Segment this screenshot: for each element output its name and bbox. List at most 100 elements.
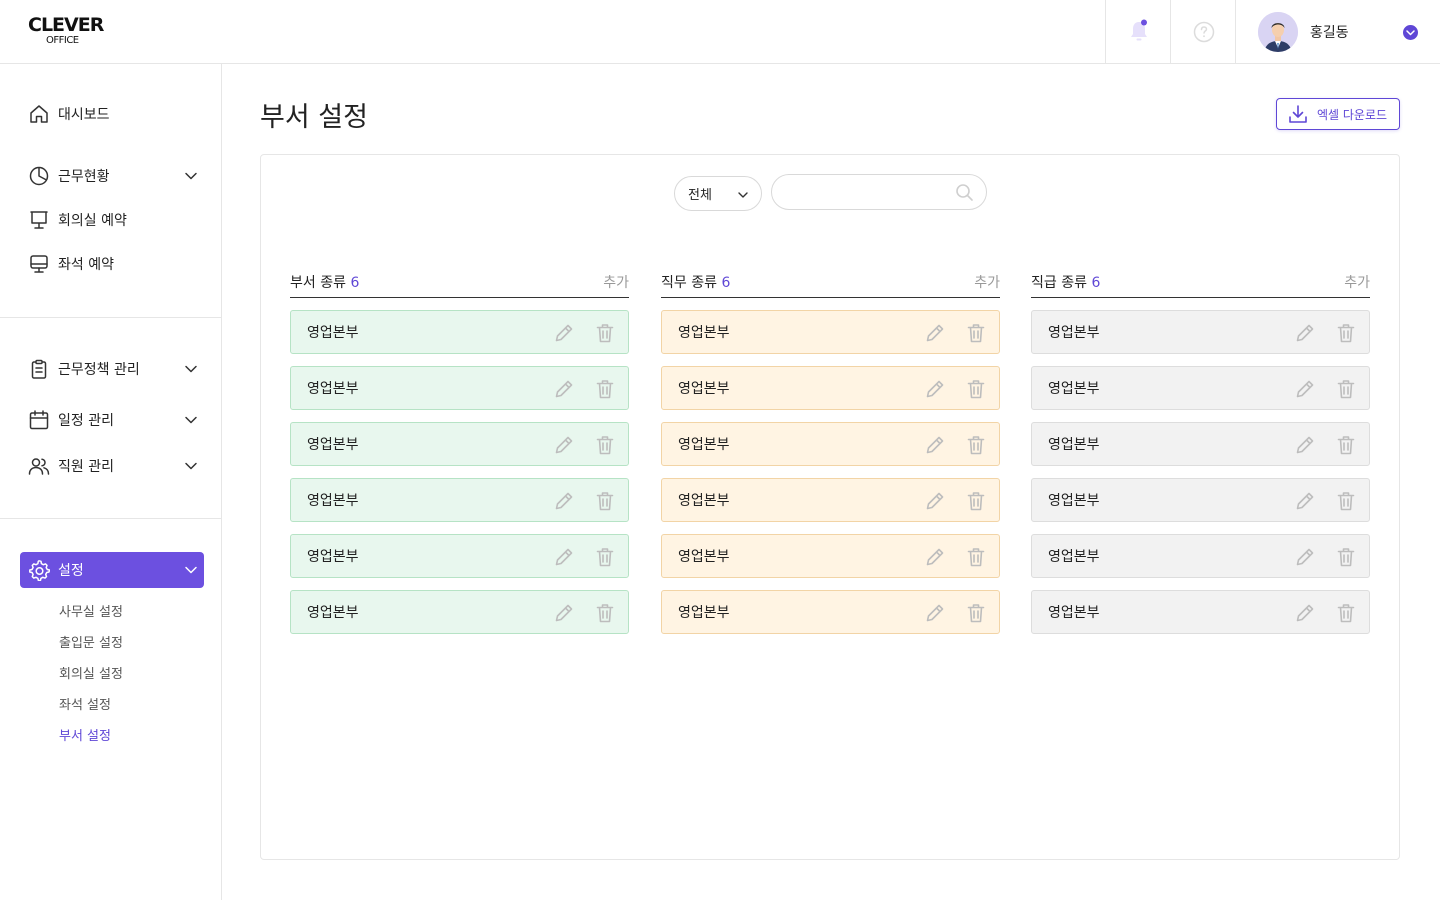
edit-icon[interactable]	[924, 602, 946, 624]
trash-icon[interactable]	[1335, 490, 1357, 512]
submenu-office-settings[interactable]: 사무실 설정	[59, 601, 123, 620]
sidebar-item-label: 근무정책 관리	[58, 362, 140, 378]
page-title: 부서 설정	[260, 102, 368, 133]
edit-icon[interactable]	[1294, 490, 1316, 512]
list-item-name: 영업본부	[1048, 493, 1100, 509]
chevron-down-icon	[738, 192, 748, 198]
edit-icon[interactable]	[924, 434, 946, 456]
user-dropdown-toggle[interactable]	[1403, 25, 1418, 40]
trash-icon[interactable]	[594, 378, 616, 400]
sidebar-item-dashboard[interactable]: 대시보드	[20, 96, 204, 132]
edit-icon[interactable]	[553, 434, 575, 456]
edit-icon[interactable]	[553, 546, 575, 568]
search-input[interactable]	[786, 183, 946, 203]
filter-select[interactable]: 전체	[674, 176, 762, 211]
users-icon	[28, 455, 50, 477]
job-type-column: 직무 종류 6 추가 영업본부 영업본부 영업본부 영업본부 영업본부 영업본부	[661, 270, 1000, 634]
column-title-text: 직급 종류	[1031, 275, 1087, 291]
add-button[interactable]: 추가	[603, 272, 629, 292]
edit-icon[interactable]	[553, 378, 575, 400]
column-header: 직급 종류 6 추가	[1031, 270, 1370, 298]
edit-icon[interactable]	[924, 546, 946, 568]
trash-icon[interactable]	[1335, 378, 1357, 400]
list-item: 영업본부	[290, 366, 629, 410]
help-button[interactable]	[1170, 0, 1236, 63]
list-item: 영업본부	[1031, 366, 1370, 410]
list-item-name: 영업본부	[1048, 437, 1100, 453]
trash-icon[interactable]	[1335, 322, 1357, 344]
edit-icon[interactable]	[1294, 602, 1316, 624]
edit-icon[interactable]	[924, 490, 946, 512]
search-icon[interactable]	[955, 183, 974, 202]
edit-icon[interactable]	[553, 490, 575, 512]
list-item: 영업본부	[290, 478, 629, 522]
edit-icon[interactable]	[1294, 434, 1316, 456]
trash-icon[interactable]	[594, 602, 616, 624]
edit-icon[interactable]	[1294, 378, 1316, 400]
logo-top-text: CLEVER	[28, 14, 104, 36]
trash-icon[interactable]	[965, 602, 987, 624]
trash-icon[interactable]	[965, 490, 987, 512]
edit-icon[interactable]	[924, 378, 946, 400]
user-menu[interactable]: 홍길동	[1235, 0, 1440, 63]
avatar	[1258, 11, 1298, 52]
sidebar-item-work-status[interactable]: 근무현황	[20, 158, 204, 194]
notification-button[interactable]	[1105, 0, 1171, 63]
list-item-name: 영업본부	[678, 549, 730, 565]
department-type-column: 부서 종류 6 추가 영업본부 영업본부 영업본부 영업본부 영업본부 영업본부	[290, 270, 629, 634]
column-count: 6	[1091, 275, 1101, 291]
list-item-name: 영업본부	[678, 605, 730, 621]
trash-icon[interactable]	[1335, 434, 1357, 456]
trash-icon[interactable]	[1335, 546, 1357, 568]
trash-icon[interactable]	[1335, 602, 1357, 624]
add-button[interactable]: 추가	[1344, 272, 1370, 292]
list-item-name: 영업본부	[1048, 381, 1100, 397]
sidebar-item-seat[interactable]: 좌석 예약	[20, 246, 204, 282]
download-icon	[1289, 105, 1307, 123]
list-item: 영업본부	[1031, 310, 1370, 354]
list-item: 영업본부	[661, 590, 1000, 634]
top-header: CLEVER OFFICE 홍길동	[0, 0, 1440, 64]
list-item: 영업본부	[1031, 478, 1370, 522]
submenu-department-settings[interactable]: 부서 설정	[59, 725, 111, 744]
trash-icon[interactable]	[594, 322, 616, 344]
clever-office-logo[interactable]: CLEVER OFFICE	[28, 14, 108, 50]
list-item-name: 영업본부	[307, 381, 359, 397]
edit-icon[interactable]	[553, 602, 575, 624]
edit-icon[interactable]	[924, 322, 946, 344]
list-item-name: 영업본부	[307, 437, 359, 453]
submenu-seat-settings[interactable]: 좌석 설정	[59, 694, 111, 713]
submenu-meeting-room-settings[interactable]: 회의실 설정	[59, 663, 123, 682]
column-title: 직급 종류 6	[1031, 272, 1100, 292]
user-name: 홍길동	[1310, 24, 1349, 41]
trash-icon[interactable]	[594, 490, 616, 512]
sidebar-item-label: 대시보드	[58, 107, 110, 123]
list-item-name: 영업본부	[1048, 549, 1100, 565]
sidebar-item-label: 근무현황	[58, 169, 110, 185]
excel-download-button[interactable]: 엑셀 다운로드	[1276, 98, 1400, 130]
search-box[interactable]	[771, 174, 987, 210]
submenu-door-settings[interactable]: 출입문 설정	[59, 632, 123, 651]
home-icon	[28, 103, 50, 125]
trash-icon[interactable]	[594, 434, 616, 456]
list-item-name: 영업본부	[307, 493, 359, 509]
sidebar-item-settings[interactable]: 설정	[20, 552, 204, 588]
trash-icon[interactable]	[965, 378, 987, 400]
trash-icon[interactable]	[965, 322, 987, 344]
list-item: 영업본부	[661, 422, 1000, 466]
edit-icon[interactable]	[1294, 322, 1316, 344]
trash-icon[interactable]	[965, 546, 987, 568]
trash-icon[interactable]	[965, 434, 987, 456]
list-item: 영업본부	[290, 590, 629, 634]
list-item: 영업본부	[661, 478, 1000, 522]
chevron-down-icon	[1406, 29, 1415, 35]
sidebar-item-schedule[interactable]: 일정 관리	[20, 402, 204, 438]
trash-icon[interactable]	[594, 546, 616, 568]
sidebar-item-staff[interactable]: 직원 관리	[20, 448, 204, 484]
add-button[interactable]: 추가	[974, 272, 1000, 292]
edit-icon[interactable]	[553, 322, 575, 344]
sidebar-item-work-policy[interactable]: 근무정책 관리	[20, 351, 204, 387]
sidebar-item-meeting-room[interactable]: 회의실 예약	[20, 202, 204, 238]
edit-icon[interactable]	[1294, 546, 1316, 568]
list-item-name: 영업본부	[1048, 325, 1100, 341]
